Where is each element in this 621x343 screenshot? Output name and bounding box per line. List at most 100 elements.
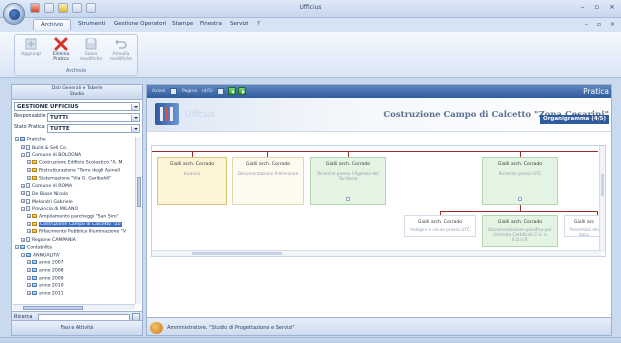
scroll-thumb[interactable] [23,305,83,310]
folder-icon [32,221,37,226]
window-close-button[interactable]: × [609,3,615,11]
tab-stampe[interactable]: Stampe [172,21,193,27]
pagina-dropdown-icon[interactable] [217,88,224,95]
tree-node[interactable]: − ANNUALITA' [21,252,61,260]
section-dropdown-value: GESTIONE UFFICIUS [17,104,79,110]
expand-toggle-icon[interactable]: + [21,199,25,204]
tree-node[interactable]: + Rifacimento Pubblica Illuminazione "V [27,229,126,236]
expand-toggle-icon[interactable]: + [21,183,25,188]
folder-icon [32,175,37,180]
section-dropdown[interactable]: GESTIONE UFFICIUS [14,102,140,111]
expand-toggle-icon[interactable]: + [27,260,31,265]
scroll-thumb[interactable] [601,174,604,196]
collapse-icon[interactable] [346,197,350,201]
window-minimize-button[interactable]: – [581,3,585,11]
chevron-down-icon[interactable] [131,115,138,121]
tab-gestione-operatori[interactable]: Gestione Operatori [114,21,166,27]
add-button[interactable]: Aggiungi [17,37,45,67]
scroll-thumb[interactable] [192,252,282,255]
delete-pratica-button[interactable]: Elimina Pratica [47,37,75,67]
expand-toggle-icon[interactable]: + [27,214,31,218]
expand-toggle-icon[interactable]: + [27,221,31,226]
org-card-incarico[interactable]: Gialli arch. Corrado Incarico [157,157,227,205]
tree-node[interactable]: + De Biase Nicola [21,190,68,198]
expand-toggle-icon[interactable]: + [27,167,31,172]
stato-select[interactable]: TUTTE [47,124,140,133]
doc-minimize-button[interactable]: – [585,21,588,28]
collapse-icon[interactable] [518,197,522,201]
scroll-thumb[interactable] [136,177,141,207]
org-card-certificati[interactable]: Gialli arch. Corrado Documentazione spec… [482,215,558,247]
tab-finestra[interactable]: Finestra [200,21,222,27]
save-button[interactable]: Salva modifiche [77,37,105,67]
chevron-down-icon[interactable] [131,126,138,132]
tree-node-label: ANNUALITA' [33,253,61,258]
expand-toggle-icon[interactable]: + [27,275,31,280]
expand-toggle-icon[interactable]: − [21,152,25,157]
tab-strumenti[interactable]: Strumenti [78,21,105,27]
expand-toggle-icon[interactable]: + [27,229,31,234]
expand-toggle-icon[interactable]: + [27,291,31,295]
org-card-documentazione[interactable]: Gialli arch. Corrado Documentazione Prel… [232,157,304,205]
tree-node-label: Ampliamento parcheggi "San Siro" [39,214,119,220]
undo-button[interactable]: Annulla modifiche [107,37,135,67]
window-maximize-button[interactable]: ▫ [594,3,599,11]
chevron-down-icon[interactable] [131,104,138,110]
chart-horizontal-scrollbar[interactable] [152,250,601,256]
tree-node[interactable]: + Ristrutturazione "Torre degli Asinell [27,167,120,175]
tree-node[interactable]: + Sistemazione "Via G. Garibaldi" [27,175,111,183]
expand-toggle-icon[interactable]: + [27,160,31,165]
tree-node[interactable]: + Costruzione Edificio Scolastico "A. M [27,160,122,167]
org-card-ricerche-utc[interactable]: Gialli arch. Corrado Ricerche presso UTC [482,157,558,205]
tree-node[interactable]: + anno 2008 [27,267,64,275]
expand-toggle-icon[interactable]: + [27,175,31,180]
azioni-label[interactable]: Azioni [152,89,166,94]
tree-node[interactable]: + Build & Sell Co. [21,144,67,152]
expand-toggle-icon[interactable]: + [21,145,25,150]
tree-node[interactable]: + Melandri Gabriele [21,198,73,206]
chart-vertical-scrollbar[interactable] [599,146,605,252]
tree-node[interactable]: − Contabilità [15,244,52,252]
tree-node[interactable]: + Regione CAMPANIA [21,237,76,244]
expand-toggle-icon[interactable]: − [21,206,25,211]
undo-icon [115,39,127,49]
tree-node[interactable]: − Provincia di MILANO [21,206,78,213]
doc-restore-button[interactable]: ▫ [597,21,601,28]
expand-toggle-icon[interactable]: − [21,252,25,257]
expand-toggle-icon[interactable]: + [27,267,31,272]
tab-archivio[interactable]: Archivio [33,19,72,30]
application-menu-button[interactable] [3,3,25,25]
org-card-agenzia-territorio[interactable]: Gialli arch. Corrado Ricerche presso l'A… [310,157,386,205]
tree-node[interactable]: + Costruzione Campo di Calcetto "Zo [27,221,122,229]
org-card-presentazione[interactable]: Gialli arc Presentazi dei docu [564,215,604,237]
next-page-icon[interactable] [238,87,246,95]
fasi-attivita-button[interactable]: Fasi e Attività [12,320,142,335]
tree-node[interactable]: − Pratiche [15,137,46,144]
tree-node[interactable]: + anno 2011 [27,291,64,298]
pagina-label[interactable]: Pagina [182,89,197,94]
window-bottom-strip [0,337,621,343]
tree-node-label: Comune di BOLOGNA [32,153,82,159]
tree-horizontal-scrollbar[interactable] [13,304,135,310]
tree-node[interactable]: + anno 2009 [27,275,64,283]
nav-pane-header[interactable]: Dati Generali e Tabelle Studio [12,85,142,100]
responsabile-value: TUTTI [50,115,68,121]
tree-node[interactable]: + Comune di ROMA [21,183,72,190]
expand-toggle-icon[interactable]: − [15,244,19,249]
doc-close-button[interactable]: × [610,21,615,28]
tree-node[interactable]: − Comune di BOLOGNA [21,152,81,159]
org-card-indagini-utc[interactable]: Gialli arch. Corrado Indagini e visure p… [404,215,476,237]
tab-servizi[interactable]: Servizi [230,21,248,27]
responsabile-select[interactable]: TUTTI [47,113,140,122]
expand-toggle-icon[interactable]: − [15,137,19,141]
tree-node[interactable]: + anno 2010 [27,283,64,290]
prev-page-icon[interactable] [228,87,236,95]
expand-toggle-icon[interactable]: + [27,283,31,288]
azioni-dropdown-icon[interactable] [170,88,177,95]
tab-help[interactable]: ? [257,21,260,27]
tree-node[interactable]: + anno 2007 [27,260,64,267]
tree-node[interactable]: + Ampliamento parcheggi "San Siro" [27,214,119,221]
expand-toggle-icon[interactable]: + [21,191,25,196]
tree-vertical-scrollbar[interactable] [135,137,141,304]
expand-toggle-icon[interactable]: + [21,237,25,242]
